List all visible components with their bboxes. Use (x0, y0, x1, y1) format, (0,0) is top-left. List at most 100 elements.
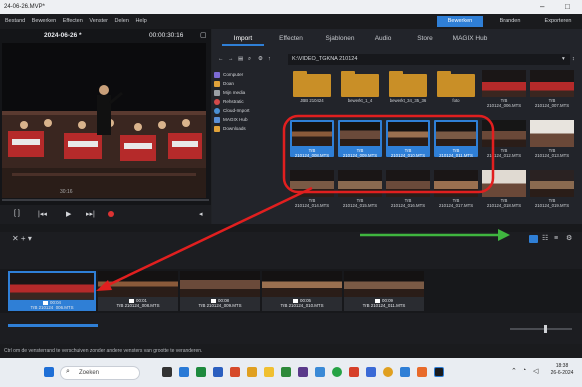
maximize-button[interactable]: □ (565, 0, 570, 13)
search-icon[interactable]: ⌕ (248, 53, 251, 66)
minimize-button[interactable]: – (540, 0, 544, 13)
pin-icon (214, 98, 220, 105)
video-item[interactable]: TrB 210124_019.MTS (530, 170, 574, 208)
folder-item[interactable]: bewerkt_34_35_36 (386, 70, 430, 107)
tab-effects[interactable]: Effecten (270, 32, 312, 46)
cloud-icon (214, 107, 220, 114)
list-view-icon[interactable]: ≡ (554, 232, 558, 246)
mode-edit-button[interactable]: Bewerken (437, 16, 483, 27)
folder-item[interactable]: foto (434, 70, 478, 107)
tree-item-downloads[interactable]: Downloads (214, 124, 280, 133)
video-item[interactable]: TrB 210124_015.MTS (338, 170, 382, 208)
file-explorer-icon[interactable] (264, 367, 274, 377)
taskbar-clock[interactable]: 18:38 26-6-2024 (545, 363, 579, 377)
previous-frame-icon[interactable]: |◂◂ (38, 210, 47, 218)
sort-icon[interactable]: ↕ (572, 53, 575, 66)
menu-effects[interactable]: Effecten (63, 14, 83, 29)
magix-app-icon[interactable] (434, 367, 444, 377)
tree-item-my-media[interactable]: Mijn media (214, 88, 280, 97)
app-icon[interactable] (230, 367, 240, 377)
video-item[interactable]: TrB 210124_018.MTS (482, 170, 526, 208)
start-marker-icon[interactable]: [ ] (14, 210, 20, 217)
video-item[interactable]: TrB 210124_013.MTS (530, 120, 574, 158)
mode-export-button[interactable]: Exporteren (534, 16, 582, 27)
video-frame[interactable] (2, 43, 206, 198)
video-item-selected[interactable]: TrB 210124_010.MTS (386, 120, 430, 158)
tab-store[interactable]: Store (408, 32, 442, 46)
path-input[interactable]: K:\VIDEO_TGKNA 210124 (288, 54, 570, 65)
tab-audio[interactable]: Audio (366, 32, 400, 46)
timeline-clip[interactable]: 00:08 TrB 210124_009.MTS (180, 271, 260, 311)
app-icon[interactable] (247, 367, 257, 377)
video-item-selected[interactable]: TrB 210124_011.MTS (434, 120, 478, 158)
volume-icon[interactable]: ◂ (199, 210, 203, 218)
timeline-header: ✕ + ▾ ☷ ≡ ⚙ (0, 232, 582, 246)
app-icon[interactable] (179, 367, 189, 377)
task-view-icon[interactable] (162, 367, 172, 377)
zoom-slider-handle[interactable] (544, 325, 547, 333)
tab-import[interactable]: Import (222, 32, 264, 46)
menu-file[interactable]: Bestand (5, 14, 25, 29)
tree-item-magix-hub[interactable]: MAGIX Hub (214, 115, 280, 124)
app-icon[interactable] (417, 367, 427, 377)
menu-edit[interactable]: Bewerken (32, 14, 56, 29)
settings-icon[interactable]: ⚙ (566, 232, 572, 246)
speaker-icon[interactable]: ◁ (533, 367, 538, 375)
play-icon[interactable]: ▶ (66, 210, 71, 218)
forward-icon[interactable]: → (228, 53, 234, 66)
back-icon[interactable]: ← (218, 53, 224, 66)
video-item[interactable]: TrB 210124_014.MTS (290, 170, 334, 208)
preview-scrubber[interactable] (2, 199, 209, 201)
video-item[interactable]: TrB 210124_006.MTS (482, 70, 526, 108)
chrome-icon[interactable] (383, 367, 393, 377)
windows-start-icon[interactable] (44, 367, 54, 377)
path-dropdown-icon[interactable]: ▾ (562, 53, 565, 66)
app-icon[interactable] (281, 367, 291, 377)
app-icon[interactable] (400, 367, 410, 377)
zoom-slider[interactable] (510, 328, 572, 330)
mode-burn-button[interactable]: Branden (488, 16, 532, 27)
folder-item[interactable]: JBB 210424 (290, 70, 334, 107)
timeline-clip[interactable]: 00:09 TrB 210124_011.MTS (344, 271, 424, 311)
next-frame-icon[interactable]: ▸▸| (86, 210, 95, 218)
wifi-icon[interactable]: ◔ (522, 367, 526, 374)
video-item[interactable]: TrB 210124_016.MTS (386, 170, 430, 208)
app-icon[interactable] (366, 367, 376, 377)
tree-item-doan[interactable]: Doan (214, 79, 280, 88)
menu-share[interactable]: Delen (115, 14, 129, 29)
menu-help[interactable]: Help (135, 14, 146, 29)
taskbar-search-input[interactable]: Zoeken (60, 366, 140, 380)
record-icon[interactable] (108, 211, 114, 217)
timeline-clip[interactable]: 00:01 TrB 210124_008.MTS (98, 271, 178, 311)
view-icon[interactable]: ▤ (238, 53, 243, 66)
tab-templates[interactable]: Sjablonen (316, 32, 364, 46)
tree-item-rehstratic[interactable]: Rehstratic (214, 97, 280, 106)
fullscreen-icon[interactable]: ▢ (200, 29, 207, 42)
app-icon[interactable] (349, 367, 359, 377)
video-item-selected[interactable]: TrB 210124_009.MTS (338, 120, 382, 158)
up-folder-icon[interactable]: ↑ (268, 53, 271, 66)
settings-icon[interactable]: ⚙ (258, 53, 263, 66)
word-icon[interactable] (213, 367, 223, 377)
tray-chevron-icon[interactable]: ⌃ (511, 367, 517, 375)
timeline-view-icon[interactable]: ☷ (542, 232, 548, 246)
app-icon[interactable] (298, 367, 308, 377)
panel-divider[interactable] (0, 224, 582, 232)
video-item[interactable]: TrB 210124_012.MTS (482, 120, 526, 158)
timeline-scrollbar[interactable] (8, 324, 98, 327)
tree-item-cloud-import[interactable]: Cloud-Import (214, 106, 280, 115)
timeline-clip[interactable]: 00:05 TrB 210124_010.MTS (262, 271, 342, 311)
menu-window[interactable]: Venster (89, 14, 108, 29)
video-item-selected[interactable]: TrB 210124_008.MTS (290, 120, 334, 158)
timeline-clip-selected[interactable]: 00:04 TrB 210124_006.MTS (8, 271, 96, 311)
excel-icon[interactable] (196, 367, 206, 377)
tab-magix-hub[interactable]: MAGIX Hub (448, 32, 492, 46)
video-item[interactable]: TrB 210124_007.MTS (530, 70, 574, 108)
video-item[interactable]: TrB 210124_017.MTS (434, 170, 478, 208)
mail-icon[interactable] (315, 367, 325, 377)
tree-item-computer[interactable]: Computer (214, 70, 280, 79)
whatsapp-icon[interactable] (332, 367, 342, 377)
storyboard-view-icon[interactable] (529, 235, 538, 243)
timeline-tab-controls[interactable]: ✕ + ▾ (12, 232, 32, 246)
folder-item[interactable]: bewerkt_1_4 (338, 70, 382, 107)
